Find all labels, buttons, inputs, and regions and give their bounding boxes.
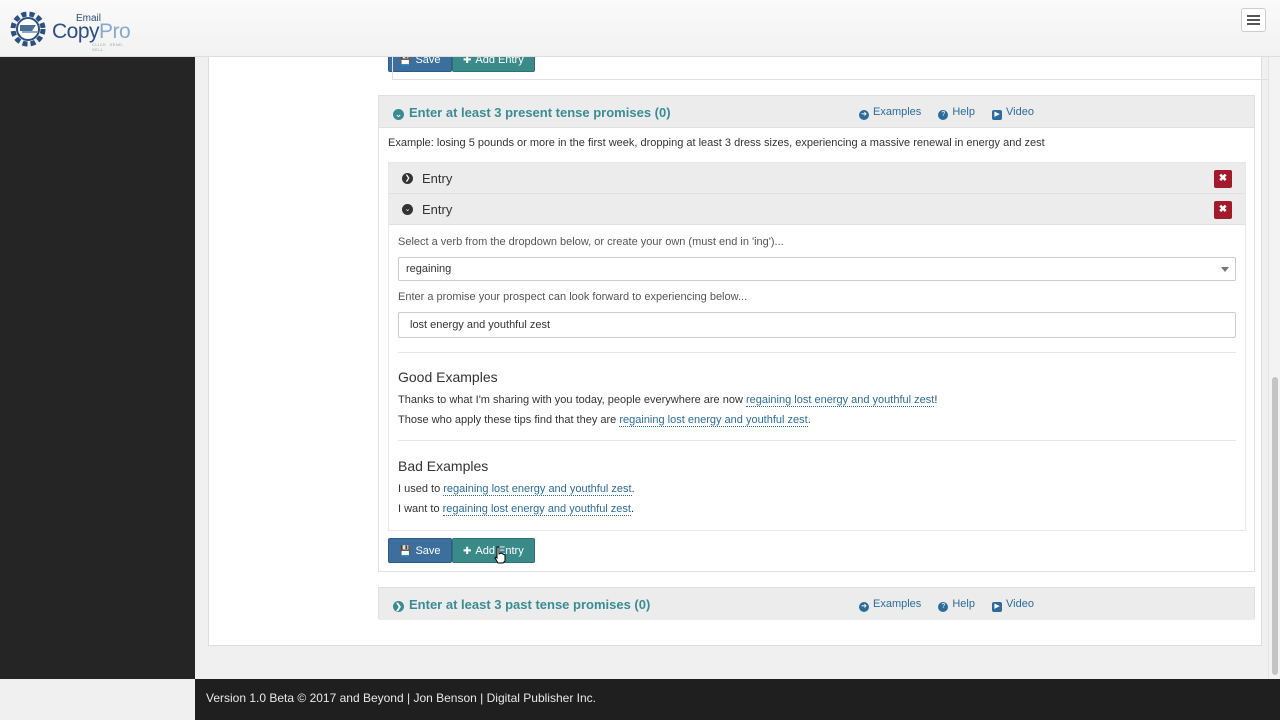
save-button[interactable]: 💾 Save: [388, 538, 452, 563]
caret-down-icon: [1221, 267, 1229, 272]
gear-logo-icon: [10, 11, 46, 47]
chevron-right-circle-icon: ❯: [402, 173, 413, 184]
help-link[interactable]: ? Help: [938, 106, 975, 120]
menu-bar-icon: [1247, 15, 1260, 17]
past-section-header[interactable]: ❯ Enter at least 3 past tense promises (0…: [379, 588, 1254, 620]
help-link[interactable]: ? Help: [938, 598, 975, 612]
question-circle-icon: ?: [938, 602, 949, 612]
menu-bar-icon: [1247, 19, 1260, 21]
top-navbar: Email CopyPro CLICK. SEND. SELL.: [0, 0, 1280, 57]
present-section-links: ➜ Examples ? Help ▶ Video: [859, 106, 1048, 120]
bad-example-1: I used to regaining lost energy and yout…: [398, 483, 635, 496]
highlighted-promise: regaining lost energy and youthful zest: [442, 503, 631, 516]
good-examples-heading: Good Examples: [398, 369, 498, 385]
video-link[interactable]: ▶ Video: [992, 598, 1034, 612]
play-square-icon: ▶: [992, 110, 1003, 120]
page-scrollbar[interactable]: [1268, 57, 1280, 679]
chevron-down-circle-icon: ⌄: [402, 204, 413, 215]
highlighted-promise: regaining lost energy and youthful zest: [443, 483, 632, 496]
bad-examples-heading: Bad Examples: [398, 458, 489, 474]
promise-label: Enter a promise your prospect can look f…: [398, 291, 748, 303]
past-section-links: ➜ Examples ? Help ▶ Video: [859, 598, 1048, 612]
hamburger-menu-button[interactable]: [1241, 8, 1266, 32]
examples-link[interactable]: ➜ Examples: [859, 106, 921, 120]
divider: [392, 57, 393, 80]
floppy-disk-icon: 💾: [399, 546, 412, 557]
plus-icon: ✚: [463, 546, 472, 557]
divider: [398, 352, 1236, 353]
promise-input-value: lost energy and youthful zest: [410, 319, 551, 331]
promise-input[interactable]: lost energy and youthful zest: [398, 312, 1236, 338]
good-example-2: Those who apply these tips find that the…: [398, 414, 811, 427]
verb-select-value: regaining: [406, 263, 452, 275]
page-footer: Version 1.0 Beta © 2017 and Beyond | Jon…: [195, 679, 1280, 720]
present-section-header[interactable]: ⌄ Enter at least 3 present tense promises…: [379, 96, 1254, 128]
highlighted-promise: regaining lost energy and youthful zest: [619, 414, 808, 427]
left-sidebar: [0, 57, 195, 679]
entry-label: Entry: [422, 202, 453, 217]
entry-header-collapsed[interactable]: ❯ Entry ✖: [389, 163, 1245, 194]
chevron-down-circle-icon: ⌄: [393, 109, 404, 120]
past-section-title[interactable]: ❯ Enter at least 3 past tense promises (0…: [393, 597, 650, 612]
highlighted-promise: regaining lost energy and youthful zest: [745, 394, 935, 407]
logo-tagline: CLICK. SEND. SELL.: [92, 42, 125, 52]
examples-link[interactable]: ➜ Examples: [859, 598, 921, 612]
arrow-right-circle-icon: ➜: [859, 602, 869, 612]
verb-label: Select a verb from the dropdown below, o…: [398, 236, 784, 248]
good-example-1: Thanks to what I'm sharing with you toda…: [398, 394, 938, 407]
arrow-right-circle-icon: ➜: [859, 110, 869, 120]
play-square-icon: ▶: [992, 602, 1003, 612]
past-tense-section: ❯ Enter at least 3 past tense promises (0…: [378, 587, 1255, 620]
entry-label: Entry: [422, 171, 453, 186]
entry-header-expanded[interactable]: ⌄ Entry ✖: [389, 194, 1245, 225]
present-tense-section: ⌄ Enter at least 3 present tense promises…: [378, 95, 1255, 572]
delete-entry-button[interactable]: ✖: [1214, 170, 1232, 188]
divider: [398, 440, 1236, 441]
entry-body: Select a verb from the dropdown below, o…: [389, 225, 1245, 531]
verb-select[interactable]: regaining: [398, 257, 1236, 281]
video-link[interactable]: ▶ Video: [992, 106, 1034, 120]
example-hint: Example: losing 5 pounds or more in the …: [388, 137, 1045, 149]
menu-bar-icon: [1247, 23, 1260, 25]
delete-entry-button[interactable]: ✖: [1214, 201, 1232, 219]
logo-wordmark: CopyPro: [52, 20, 131, 43]
question-circle-icon: ?: [938, 110, 949, 120]
chevron-right-circle-icon: ❯: [393, 601, 404, 612]
present-section-title[interactable]: ⌄ Enter at least 3 present tense promises…: [393, 105, 671, 120]
hand-cursor-icon: [494, 546, 506, 564]
scrollbar-thumb[interactable]: [1272, 377, 1278, 675]
bad-example-2: I want to regaining lost energy and yout…: [398, 503, 635, 516]
entries-list: ❯ Entry ✖ ⌄ Entry ✖ Select a verb from t…: [388, 162, 1246, 531]
email-copypro-logo[interactable]: Email CopyPro CLICK. SEND. SELL.: [8, 8, 138, 52]
divider: [392, 79, 1269, 80]
